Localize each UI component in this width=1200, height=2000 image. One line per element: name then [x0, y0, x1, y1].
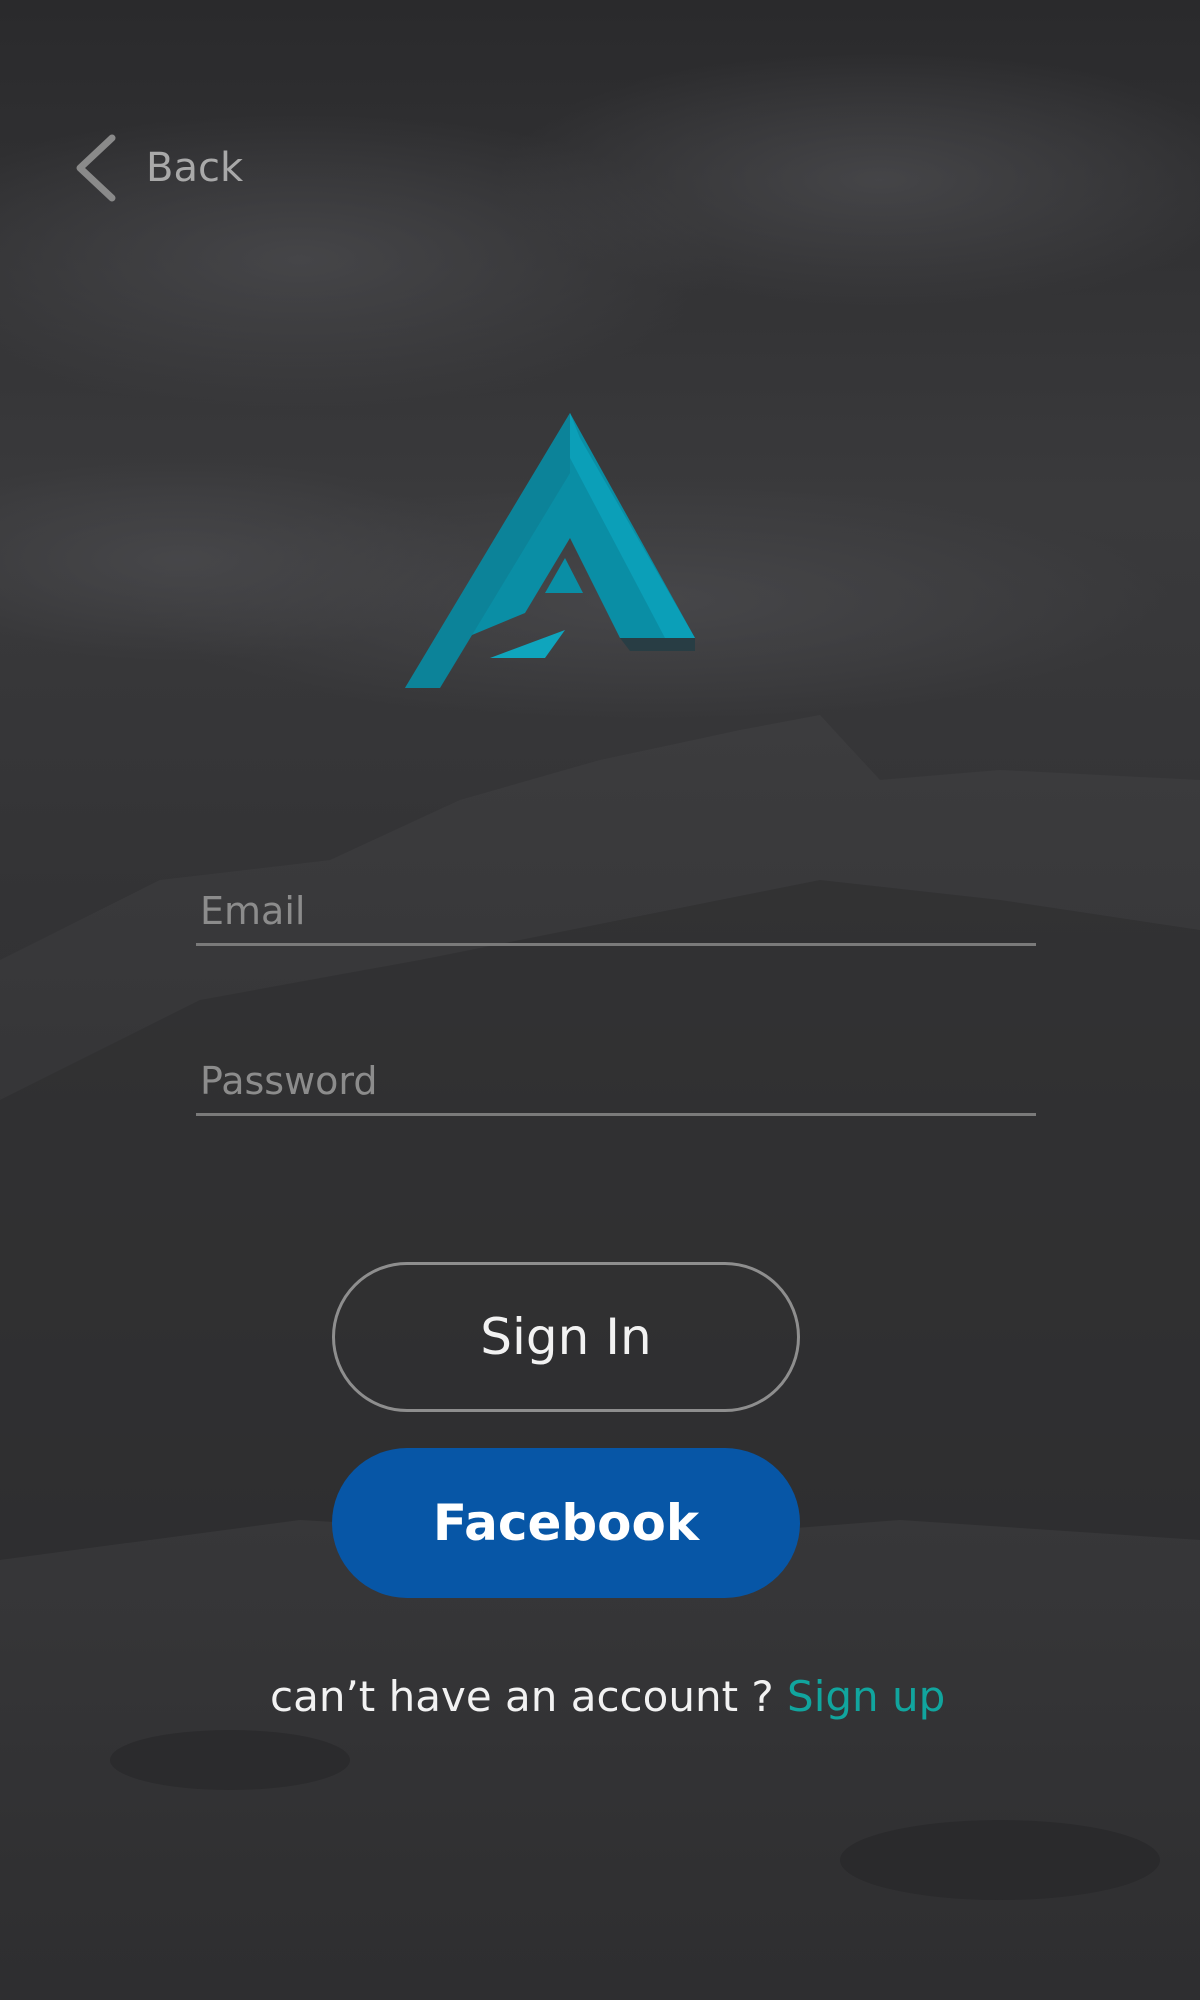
facebook-button-label: Facebook	[432, 1494, 700, 1552]
password-field[interactable]	[196, 1048, 1036, 1116]
password-input[interactable]	[196, 1048, 1036, 1113]
chevron-left-icon[interactable]	[72, 132, 118, 204]
email-input[interactable]	[196, 878, 1036, 943]
signup-prompt: can’t have an account ? Sign up	[270, 1672, 945, 1722]
sign-in-button-label: Sign In	[480, 1308, 652, 1366]
signup-prompt-text: can’t have an account ?	[270, 1672, 788, 1721]
facebook-login-button[interactable]: Facebook	[332, 1448, 800, 1598]
sign-in-button[interactable]: Sign In	[332, 1262, 800, 1412]
sign-up-link[interactable]: Sign up	[787, 1672, 945, 1721]
back-button-label[interactable]: Back	[146, 144, 243, 192]
email-field[interactable]	[196, 878, 1036, 946]
logo-a-icon	[405, 413, 695, 688]
